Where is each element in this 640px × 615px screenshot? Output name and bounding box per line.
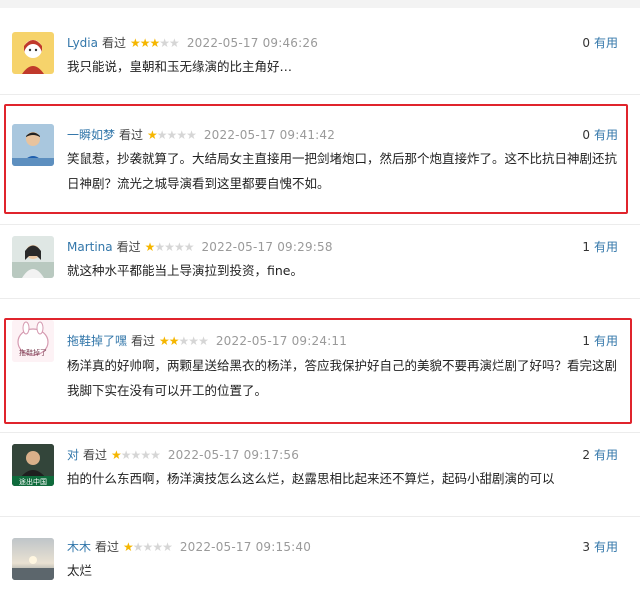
review-text: 我只能说，皇朝和玉无缘演的比主角好… — [67, 59, 293, 74]
avatar-text: 途出中国 — [19, 478, 47, 486]
useful-label[interactable]: 有用 — [594, 36, 618, 50]
timestamp: 2022-05-17 09:17:56 — [167, 448, 300, 462]
review-item: Martina 看过 ★★★★★ 2022-05-17 09:29:58 1 有用 就这… — [0, 224, 640, 299]
timestamp: 2022-05-17 09:29:58 — [201, 240, 333, 254]
useful-vote[interactable]: 1 有用 — [582, 238, 618, 255]
rating-stars: ★★★★★ — [144, 240, 195, 254]
review-text: 就这种水平都能当上导演拉到投资，fine。 — [67, 263, 303, 278]
useful-label[interactable]: 有用 — [594, 448, 618, 462]
top-divider — [0, 0, 640, 8]
watched-label: 看过 — [116, 240, 141, 254]
review-text: 太烂 — [67, 563, 93, 578]
watched-label: 看过 — [83, 448, 108, 462]
username[interactable]: Martina — [67, 240, 113, 254]
rating-stars: ★★★★★ — [111, 448, 161, 462]
useful-vote[interactable]: 0 有用 — [582, 34, 618, 51]
avatar[interactable] — [12, 236, 54, 278]
username[interactable]: 对 — [67, 448, 79, 462]
useful-count: 1 — [582, 240, 590, 254]
useful-count: 0 — [582, 36, 590, 50]
username[interactable]: Lydia — [67, 36, 98, 50]
review-item: 木木 看过 ★★★★★ 2022-05-17 09:15:40 3 有用 太烂 — [0, 516, 640, 615]
username[interactable]: 木木 — [67, 540, 91, 554]
review-item: 途出中国 对看过 ★★★★★ 2022-05-17 09:17:56 2 有用 拍的什… — [0, 432, 640, 517]
timestamp: 2022-05-17 09:15:40 — [179, 540, 312, 554]
rating-stars: ★★★★★ — [123, 540, 173, 554]
review-text: 拍的什么东西啊，杨洋演技怎么这么烂，赵露思相比起来还不算烂，起码小甜剧演的可以 — [67, 471, 555, 486]
useful-count: 3 — [582, 540, 590, 554]
useful-vote[interactable]: 2 有用 — [582, 446, 618, 463]
watched-label: 看过 — [95, 540, 120, 554]
timestamp: 2022-05-17 09:46:26 — [186, 36, 319, 50]
rating-stars: ★★★★★ — [130, 36, 180, 50]
useful-count: 2 — [582, 448, 590, 462]
highlight-box — [4, 104, 628, 214]
avatar[interactable] — [12, 32, 54, 74]
useful-vote[interactable]: 3 有用 — [582, 538, 618, 555]
highlight-box — [4, 318, 632, 424]
watched-label: 看过 — [102, 36, 127, 50]
useful-label[interactable]: 有用 — [594, 540, 618, 554]
useful-label[interactable]: 有用 — [594, 240, 618, 254]
review-item: Lydia 看过 ★★★★★ 2022-05-17 09:46:26 0 有用 我只能说… — [0, 8, 640, 95]
avatar[interactable] — [12, 538, 54, 580]
